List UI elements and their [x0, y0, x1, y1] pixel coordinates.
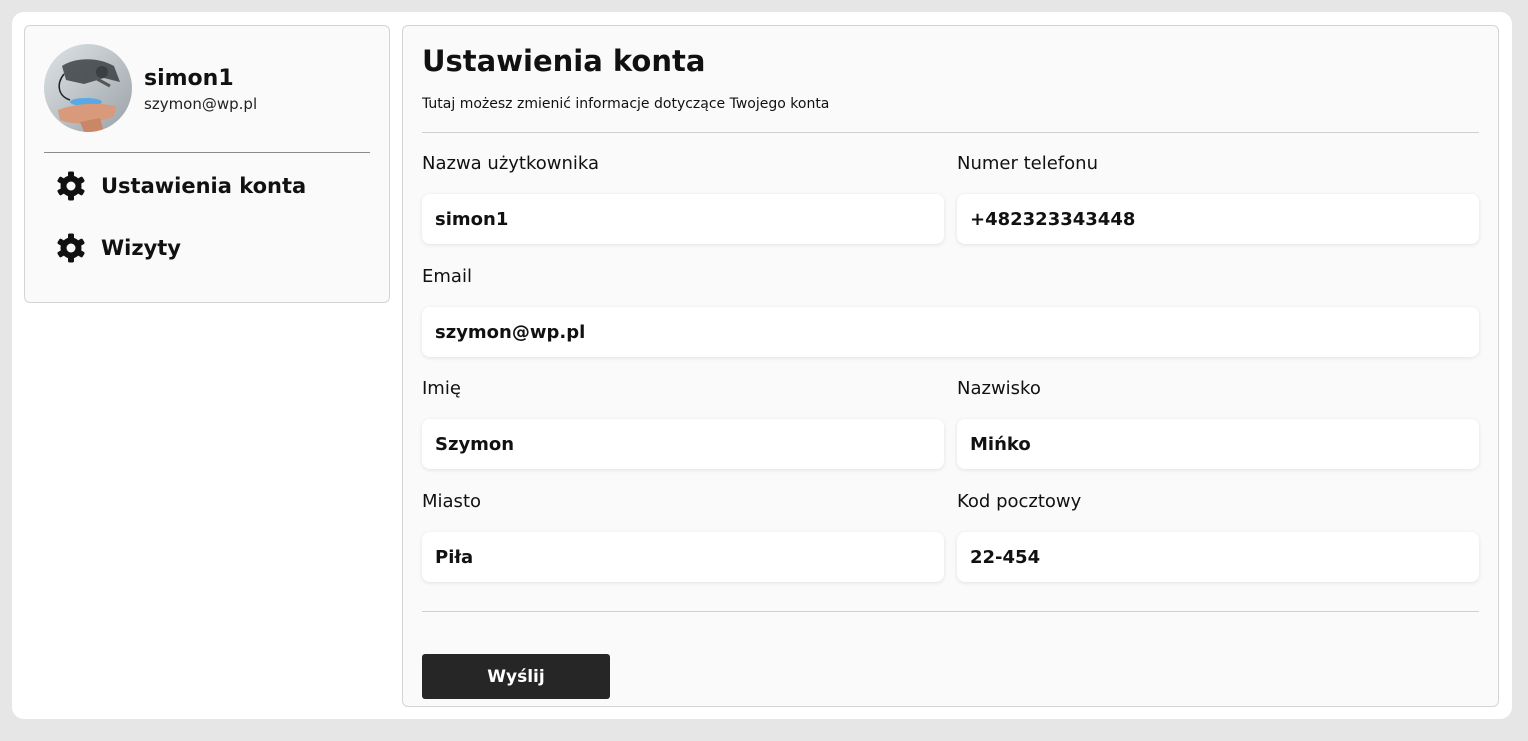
sidebar-item-label: Wizyty [101, 236, 182, 260]
postal-code-label: Kod pocztowy [957, 491, 1082, 512]
profile-email: szymon@wp.pl [144, 95, 258, 113]
account-settings-panel: Ustawienia konta Tutaj możesz zmienić in… [402, 25, 1499, 707]
sidebar-item-label: Ustawienia konta [101, 174, 307, 198]
avatar [44, 44, 132, 132]
city-input[interactable] [422, 532, 944, 582]
sidebar: simon1 szymon@wp.pl Ustawienia konta Wiz… [24, 25, 390, 303]
page-title: Ustawienia konta [422, 44, 706, 78]
postal-code-input[interactable] [957, 532, 1479, 582]
phone-input[interactable] [957, 194, 1479, 244]
email-input[interactable] [422, 307, 1479, 357]
city-label: Miasto [422, 491, 482, 512]
app-window: simon1 szymon@wp.pl Ustawienia konta Wiz… [12, 12, 1512, 719]
first-name-label: Imię [422, 378, 461, 399]
username-label: Nazwa użytkownika [422, 153, 600, 174]
submit-button[interactable]: Wyślij [422, 654, 610, 699]
sidebar-item-visits[interactable]: Wizyty [55, 228, 181, 268]
sidebar-divider [44, 152, 370, 153]
last-name-label: Nazwisko [957, 378, 1041, 399]
last-name-input[interactable] [957, 419, 1479, 469]
divider [422, 611, 1479, 612]
first-name-input[interactable] [422, 419, 944, 469]
username-input[interactable] [422, 194, 944, 244]
page-subtitle: Tutaj możesz zmienić informacje dotycząc… [422, 96, 830, 112]
gear-icon [55, 232, 87, 264]
avatar-image [44, 44, 132, 132]
sidebar-item-account-settings[interactable]: Ustawienia konta [55, 166, 306, 206]
phone-label: Numer telefonu [957, 153, 1098, 174]
divider [422, 132, 1479, 133]
profile-username: simon1 [144, 66, 234, 91]
email-label: Email [422, 266, 472, 287]
gear-icon [55, 170, 87, 202]
